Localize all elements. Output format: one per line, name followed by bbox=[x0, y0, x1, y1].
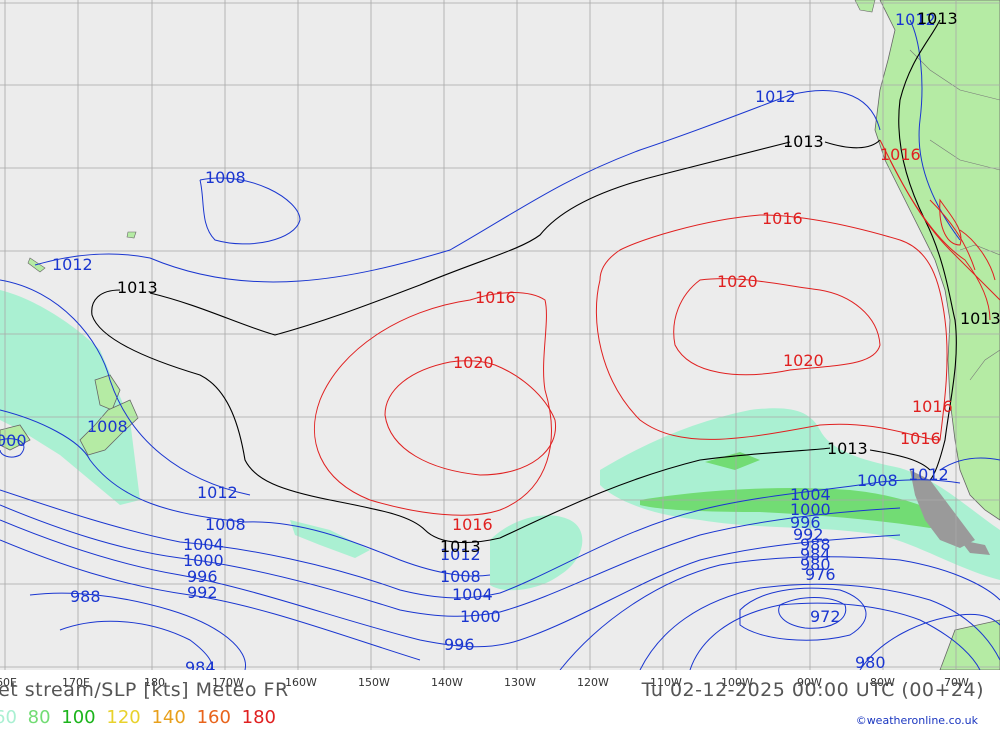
lon-label: 150W bbox=[358, 676, 390, 689]
isobar-label: 1000 bbox=[460, 607, 501, 626]
isobar-label: 1012 bbox=[52, 255, 93, 274]
isobar-label: 1013 bbox=[960, 309, 1000, 328]
isobar-label: 000 bbox=[0, 431, 27, 450]
isobar-label: 1013 bbox=[827, 439, 868, 458]
lon-label: 120W bbox=[577, 676, 609, 689]
isobar-label: 984 bbox=[185, 658, 216, 670]
isobar-label: 976 bbox=[805, 565, 836, 584]
credit-link[interactable]: ©weatheronline.co.uk bbox=[856, 714, 978, 727]
isobar-label: 980 bbox=[855, 653, 886, 670]
lon-label: 130W bbox=[504, 676, 536, 689]
lon-label: 140W bbox=[431, 676, 463, 689]
isobar-label: 992 bbox=[187, 583, 218, 602]
isobar-label: 1016 bbox=[912, 397, 953, 416]
isobar-label: 1008 bbox=[440, 567, 481, 586]
isobar-label: 1016 bbox=[880, 145, 921, 164]
isobar-label: 988 bbox=[70, 587, 101, 606]
lon-label: 160W bbox=[285, 676, 317, 689]
isobar-label: 1016 bbox=[900, 429, 941, 448]
isobar-label: 996 bbox=[444, 635, 475, 654]
isobar-label: 1008 bbox=[857, 471, 898, 490]
isobar-label: 1012 bbox=[908, 465, 949, 484]
isobar-label: 1013 bbox=[117, 278, 158, 297]
weather-map: 1012 1008 1012 1008 1012 1008 1004 1000 … bbox=[0, 0, 1000, 670]
wind-speed-legend: 60 80 100 120 140 160 180 bbox=[0, 707, 281, 728]
isobar-label: 1008 bbox=[205, 515, 246, 534]
legend-item: 140 bbox=[151, 707, 186, 728]
isobar-label: 1013 bbox=[917, 9, 958, 28]
isobar-label: 972 bbox=[810, 607, 841, 626]
legend-item: 100 bbox=[61, 707, 96, 728]
isobar-label: 1020 bbox=[453, 353, 494, 372]
legend-item: 120 bbox=[106, 707, 141, 728]
isobar-label: 1008 bbox=[87, 417, 128, 436]
isobar-label: 1012 bbox=[755, 87, 796, 106]
isobar-label: 1008 bbox=[205, 168, 246, 187]
isobar-label: 1016 bbox=[452, 515, 493, 534]
legend-item: 80 bbox=[27, 707, 51, 728]
isobar-label: 1020 bbox=[783, 351, 824, 370]
legend-item: 60 bbox=[0, 707, 17, 728]
isobar-label: 1013 bbox=[783, 132, 824, 151]
valid-time: Tu 02-12-2025 00:00 UTC (00+24) bbox=[641, 679, 984, 701]
legend-item: 180 bbox=[241, 707, 277, 728]
legend-item: 160 bbox=[196, 707, 231, 728]
isobar-label: 1020 bbox=[717, 272, 758, 291]
isobar-label: 1013 bbox=[440, 537, 481, 556]
isobar-label: 1004 bbox=[452, 585, 493, 604]
isobar-label: 1012 bbox=[197, 483, 238, 502]
map-title: Jet stream/SLP [kts] Meteo FR bbox=[0, 679, 289, 701]
isobar-label: 1016 bbox=[762, 209, 803, 228]
isobar-label: 1016 bbox=[475, 288, 516, 307]
